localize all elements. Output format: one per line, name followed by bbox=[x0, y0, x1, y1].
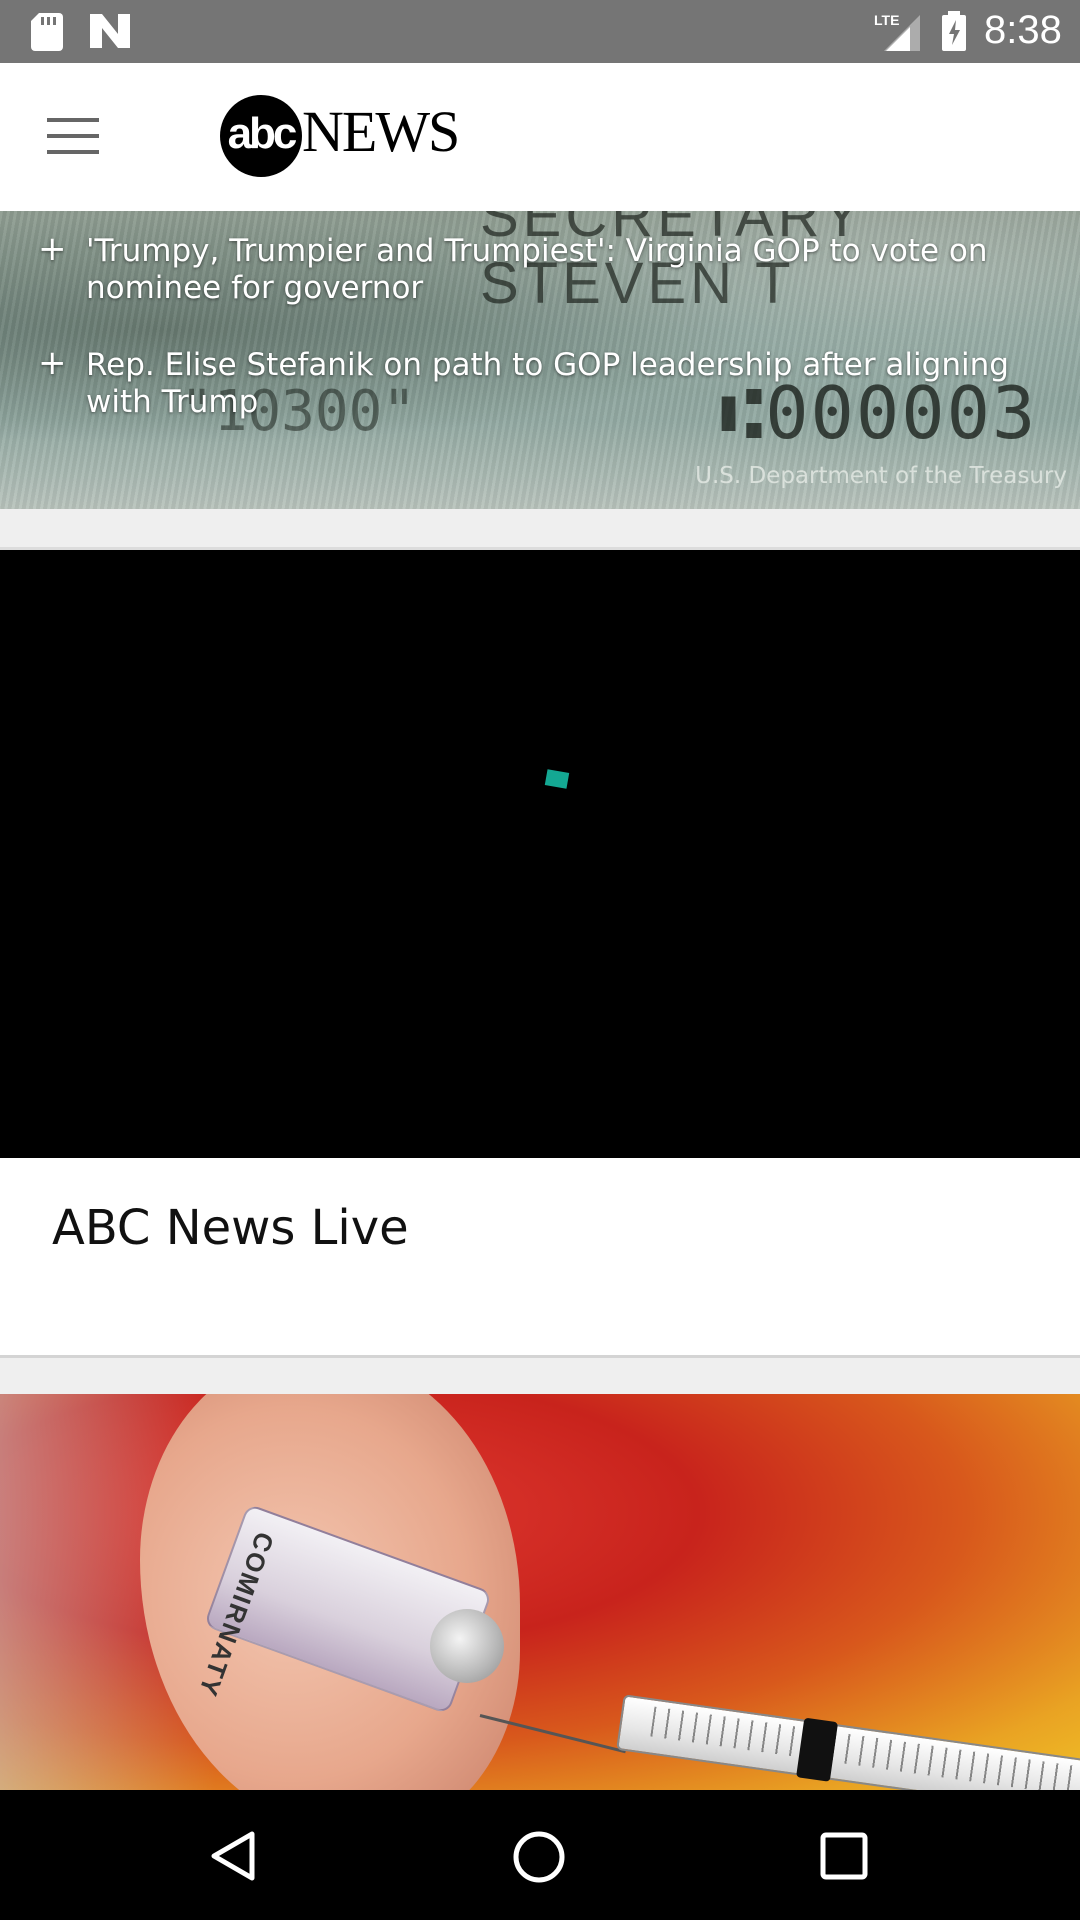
plus-icon: + bbox=[38, 229, 67, 269]
video-player[interactable] bbox=[0, 550, 1080, 1158]
system-nav-bar bbox=[0, 1790, 1080, 1920]
loading-spinner-icon bbox=[544, 769, 570, 789]
news-wordmark: NEWS bbox=[302, 99, 460, 164]
home-icon[interactable] bbox=[512, 1830, 566, 1884]
plus-icon: + bbox=[38, 343, 67, 383]
vial-cap bbox=[430, 1609, 504, 1683]
back-icon[interactable] bbox=[210, 1830, 256, 1882]
lte-signal-icon: LTE bbox=[874, 12, 920, 51]
recents-icon[interactable] bbox=[820, 1832, 868, 1880]
related-story-link[interactable]: + 'Trumpy, Trumpier and Trumpiest': Virg… bbox=[0, 229, 1080, 307]
related-story-title: 'Trumpy, Trumpier and Trumpiest': Virgin… bbox=[86, 233, 988, 306]
card-divider bbox=[0, 1355, 1080, 1358]
abc-news-logo[interactable]: abc NEWS bbox=[220, 95, 460, 179]
photo-credit: U.S. Department of the Treasury bbox=[695, 463, 1067, 489]
app-header: abc NEWS bbox=[0, 63, 1080, 211]
vaccine-story-image[interactable]: COMIRNATY bbox=[0, 1394, 1080, 1790]
status-clock: 8:38 bbox=[984, 8, 1062, 52]
hamburger-menu-icon[interactable] bbox=[47, 118, 99, 156]
top-story-hero[interactable]: SECRETARY STEVEN T "10300" ⑆000003 + 'Tr… bbox=[0, 211, 1080, 509]
n-icon bbox=[90, 14, 130, 48]
related-stories-list: + 'Trumpy, Trumpier and Trumpiest': Virg… bbox=[0, 229, 1080, 461]
battery-charging-icon bbox=[942, 11, 966, 51]
related-story-link[interactable]: + Rep. Elise Stefanik on path to GOP lea… bbox=[0, 343, 1080, 421]
video-card[interactable]: ABC News Live bbox=[0, 547, 1080, 1355]
status-bar: LTE 8:38 bbox=[0, 0, 1080, 63]
video-title[interactable]: ABC News Live bbox=[52, 1200, 409, 1256]
syringe-plunger bbox=[796, 1717, 839, 1782]
sd-card-icon bbox=[31, 13, 63, 51]
svg-text:LTE: LTE bbox=[874, 12, 899, 28]
abc-logo-circle: abc bbox=[220, 95, 302, 177]
related-story-title: Rep. Elise Stefanik on path to GOP leade… bbox=[86, 347, 1009, 420]
